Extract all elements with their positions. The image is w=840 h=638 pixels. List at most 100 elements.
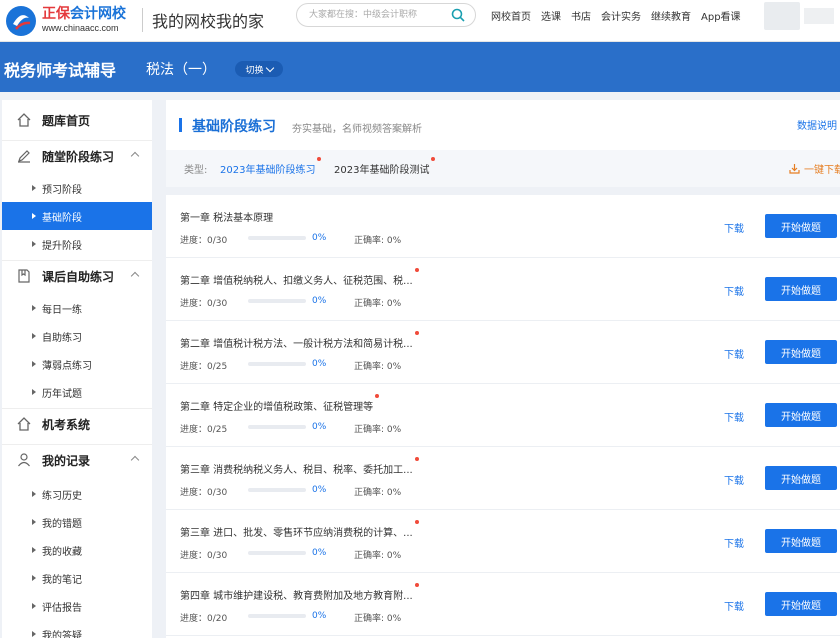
download-link[interactable]: 下载 <box>724 472 744 487</box>
progress-bar <box>248 488 306 492</box>
type-option-label: 2023年基础阶段测试 <box>334 165 430 176</box>
sidebar-group-stage-practice[interactable]: 随堂阶段练习 <box>2 138 152 174</box>
sidebar-item-report[interactable]: 评估报告 <box>2 592 152 620</box>
home-icon <box>17 417 31 431</box>
download-link[interactable]: 下载 <box>724 598 744 613</box>
bullet-icon <box>32 547 36 553</box>
chapter-title[interactable]: 第二章 增值税纳税人、扣缴义务人、征税范围、税... <box>180 272 413 287</box>
start-practice-button[interactable]: 开始做题 <box>765 466 837 490</box>
download-link[interactable]: 下载 <box>724 409 744 424</box>
accuracy-label: 正确率: <box>354 362 387 372</box>
sidebar-item-computer-exam[interactable]: 机考系统 <box>2 406 152 442</box>
accuracy-text: 正确率: 0% <box>354 611 401 624</box>
banner-title: 税务师考试辅导 <box>4 61 117 80</box>
sidebar-item-basic[interactable]: 基础阶段 <box>2 202 152 230</box>
new-dot <box>415 520 419 524</box>
practice-header: 基础阶段练习 夯实基础，名师视频答案解析 数据说明 类型: 2023年基础阶段练… <box>166 100 840 187</box>
nav-home[interactable]: 网校首页 <box>491 8 531 23</box>
sidebar-item-notes[interactable]: 我的笔记 <box>2 564 152 592</box>
nav-app[interactable]: App看课 <box>701 8 741 23</box>
chapter-title[interactable]: 第三章 消费税纳税义务人、税目、税率、委托加工... <box>180 461 413 476</box>
bullet-icon <box>32 185 36 191</box>
sidebar-group-my-records[interactable]: 我的记录 <box>2 442 152 478</box>
start-practice-button[interactable]: 开始做题 <box>765 214 837 238</box>
table-row: 第三章 进口、批发、零售环节应纳消费税的计算、... 进度：0/30 0% 正确率: … <box>166 510 840 573</box>
avatar[interactable] <box>764 2 800 30</box>
accuracy-value: 0% <box>386 614 402 624</box>
accuracy-label: 正确率: <box>354 425 387 435</box>
sidebar-item-question-bank-home[interactable]: 题库首页 <box>2 102 152 138</box>
chapter-title[interactable]: 第四章 城市维护建设税、教育费附加及地方教育附... <box>180 587 413 602</box>
page-title: 基础阶段练习 <box>192 119 276 135</box>
chapter-title[interactable]: 第一章 税法基本原理 <box>180 209 273 224</box>
progress-label: 进度： <box>180 488 208 498</box>
type-option-basic-test[interactable]: 2023年基础阶段测试 <box>334 157 436 176</box>
start-practice-button[interactable]: 开始做题 <box>765 529 837 553</box>
exercise-list: 第一章 税法基本原理 进度：0/30 0% 正确率: 0% 下载 开始做题 第二章 增值税纳… <box>166 195 840 638</box>
progress-value: 0/25 <box>207 362 228 372</box>
start-practice-button[interactable]: 开始做题 <box>765 592 837 616</box>
accuracy-value: 0% <box>386 551 402 561</box>
chapter-title[interactable]: 第二章 特定企业的增值税政策、征税管理等 <box>180 398 373 413</box>
chevron-up-icon <box>130 455 140 465</box>
start-practice-button[interactable]: 开始做题 <box>765 277 837 301</box>
bullet-icon <box>32 333 36 339</box>
nav-bookstore[interactable]: 书店 <box>571 8 591 23</box>
sidebar-group-self-practice[interactable]: 课后自助练习 <box>2 258 152 294</box>
download-all-button[interactable]: 一键下载 <box>789 161 840 176</box>
sidebar-group-label: 随堂阶段练习 <box>42 150 115 164</box>
switch-subject-button[interactable]: 切换 <box>235 61 283 77</box>
nav-accounting-practice[interactable]: 会计实务 <box>601 8 641 23</box>
pen-icon <box>18 150 30 163</box>
bullet-icon <box>32 519 36 525</box>
chapter-title[interactable]: 第二章 增值税计税方法、一般计税方法和简易计税... <box>180 335 413 350</box>
sidebar-item-weak-points[interactable]: 薄弱点练习 <box>2 350 152 378</box>
progress-value: 0/30 <box>207 488 228 498</box>
sidebar-item-preview[interactable]: 预习阶段 <box>2 174 152 202</box>
download-link[interactable]: 下载 <box>724 535 744 550</box>
progress-percent: 0% <box>312 548 327 558</box>
accuracy-text: 正确率: 0% <box>354 422 401 435</box>
sidebar-item-label: 我的错题 <box>42 519 82 530</box>
page-subtitle: 夯实基础，名师视频答案解析 <box>292 124 422 135</box>
progress-label: 进度： <box>180 236 208 246</box>
sidebar-item-wrong-questions[interactable]: 我的错题 <box>2 508 152 536</box>
sidebar-item-qa[interactable]: 我的答疑 <box>2 620 152 638</box>
search-icon[interactable] <box>451 8 465 22</box>
progress-value: 0/30 <box>207 299 228 309</box>
user-name[interactable] <box>804 8 834 24</box>
progress-value: 0/30 <box>207 236 228 246</box>
download-link[interactable]: 下载 <box>724 346 744 361</box>
sidebar-item-history[interactable]: 练习历史 <box>2 480 152 508</box>
progress-value: 0/30 <box>207 551 228 561</box>
site-logo[interactable]: 正保会计网校 www.chinaacc.com <box>4 2 134 38</box>
sidebar-item-daily[interactable]: 每日一练 <box>2 294 152 322</box>
nav-continuing-education[interactable]: 继续教育 <box>651 8 691 23</box>
download-link[interactable]: 下载 <box>724 283 744 298</box>
download-all-label: 一键下载 <box>804 165 840 176</box>
bullet-icon <box>32 361 36 367</box>
banner-subject: 税法（一） <box>146 62 216 78</box>
chapter-title[interactable]: 第三章 进口、批发、零售环节应纳消费税的计算、... <box>180 524 413 539</box>
table-row: 第二章 特定企业的增值税政策、征税管理等 进度：0/25 0% 正确率: 0% 下载 开始… <box>166 384 840 447</box>
sidebar-group-label: 题库首页 <box>42 114 91 128</box>
sidebar-item-self[interactable]: 自助练习 <box>2 322 152 350</box>
data-help-link[interactable]: 数据说明 <box>797 117 837 132</box>
table-row: 第二章 增值税计税方法、一般计税方法和简易计税... 进度：0/25 0% 正确率: … <box>166 321 840 384</box>
sidebar-item-advanced[interactable]: 提升阶段 <box>2 230 152 258</box>
start-practice-button[interactable]: 开始做题 <box>765 403 837 427</box>
sidebar-item-past-exams[interactable]: 历年试题 <box>2 378 152 406</box>
book-icon <box>18 269 30 283</box>
search-input[interactable] <box>309 7 449 23</box>
download-link[interactable]: 下载 <box>724 220 744 235</box>
type-option-basic-practice[interactable]: 2023年基础阶段练习 <box>220 157 322 176</box>
chevron-up-icon <box>130 271 140 281</box>
accuracy-value: 0% <box>386 425 402 435</box>
progress-bar <box>248 362 306 366</box>
bullet-icon <box>32 491 36 497</box>
nav-courses[interactable]: 选课 <box>541 8 561 23</box>
progress-bar <box>248 425 306 429</box>
start-practice-button[interactable]: 开始做题 <box>765 340 837 364</box>
sidebar-item-favorites[interactable]: 我的收藏 <box>2 536 152 564</box>
progress-bar <box>248 551 306 555</box>
